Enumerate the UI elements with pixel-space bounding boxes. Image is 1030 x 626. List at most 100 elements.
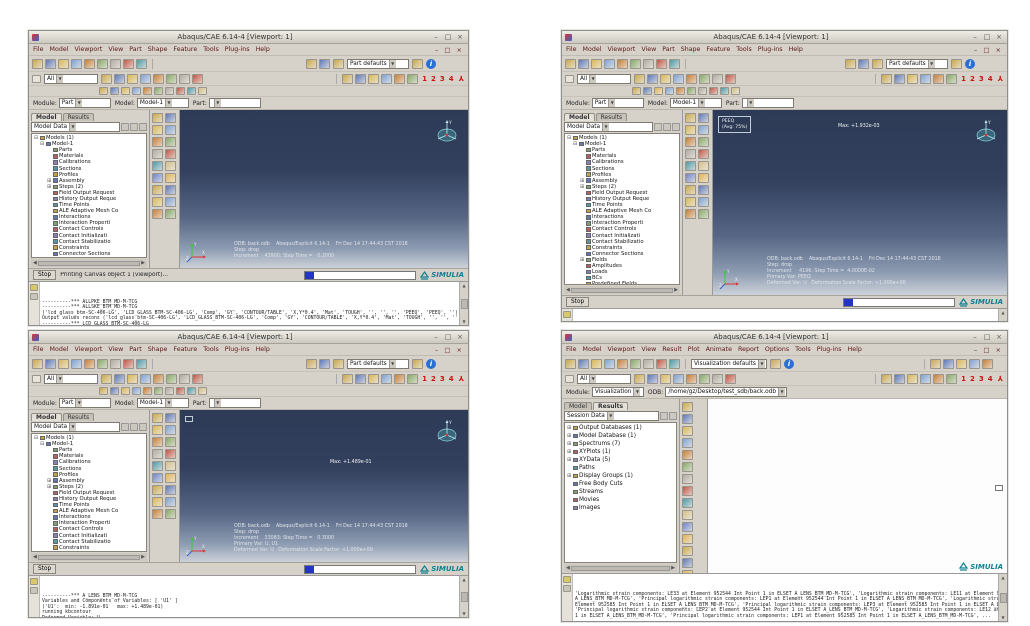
menu-item[interactable]: Plug-ins xyxy=(758,46,783,53)
view-preset-button[interactable]: 1 xyxy=(960,375,967,383)
solid-extrude-icon[interactable] xyxy=(152,149,163,159)
create-part-icon[interactable] xyxy=(152,413,163,423)
tab-results[interactable]: Results xyxy=(63,113,95,121)
lasso-select-icon[interactable] xyxy=(127,74,138,84)
query-icon[interactable] xyxy=(152,209,163,219)
xy-data-create-icon[interactable] xyxy=(682,474,693,484)
tree-item[interactable]: Free Body Cuts xyxy=(566,480,675,488)
folder-b-icon[interactable] xyxy=(725,374,736,384)
magnify-view-icon[interactable] xyxy=(907,74,918,84)
tree-scope-combo[interactable]: Session Data▼ xyxy=(564,411,659,421)
render-wireframe-icon[interactable] xyxy=(669,359,680,369)
apply-stack-icon[interactable] xyxy=(319,359,330,369)
menu-item[interactable]: View xyxy=(641,346,656,353)
render-wireframe-icon[interactable] xyxy=(136,59,147,69)
view-preset-button[interactable]: 1 xyxy=(421,75,428,83)
datum-csys-icon[interactable] xyxy=(632,87,641,95)
menu-item[interactable]: Model xyxy=(583,46,602,53)
pattern-icon[interactable] xyxy=(165,461,176,471)
menu-item[interactable]: Result xyxy=(662,346,681,353)
create-set-icon[interactable] xyxy=(685,185,696,195)
previous-frame-icon[interactable] xyxy=(943,359,954,369)
view-preset-button[interactable]: 3 xyxy=(439,375,446,383)
pattern-icon[interactable] xyxy=(165,161,176,171)
menu-item[interactable]: Shape xyxy=(681,46,701,53)
mdi-window-buttons[interactable]: – □ × xyxy=(974,46,1003,54)
message-tab-icon[interactable] xyxy=(30,284,38,291)
selection-filter-combo[interactable]: All▼ xyxy=(577,74,631,84)
edit-mode-icon[interactable] xyxy=(686,374,697,384)
box-select-icon[interactable] xyxy=(114,74,125,84)
color-code-icon[interactable] xyxy=(154,387,163,395)
duplicate-icon[interactable] xyxy=(699,374,710,384)
stop-button[interactable]: Stop xyxy=(566,297,589,307)
create-set-icon[interactable] xyxy=(132,87,141,95)
render-shaded-icon[interactable] xyxy=(643,359,654,369)
session-objects-icon[interactable] xyxy=(84,59,95,69)
cycle-views-icon[interactable] xyxy=(946,374,957,384)
menu-item[interactable]: Shape xyxy=(148,346,168,353)
tree-item[interactable]: ⊞Spectrums (7) xyxy=(566,440,675,448)
lasso-select-icon[interactable] xyxy=(660,374,671,384)
translate-icon[interactable] xyxy=(685,173,696,183)
virtual-topology-icon[interactable] xyxy=(165,497,176,507)
tree-collapse-icon[interactable] xyxy=(139,423,147,431)
open-icon[interactable] xyxy=(578,359,589,369)
create-sketch-icon[interactable] xyxy=(165,413,176,423)
render-shaded-icon[interactable] xyxy=(110,359,121,369)
render-wireframe-icon[interactable] xyxy=(136,359,147,369)
create-set-icon[interactable] xyxy=(132,387,141,395)
pan-view-icon[interactable] xyxy=(881,374,892,384)
rotate-view-icon[interactable] xyxy=(894,74,905,84)
session-user-icon[interactable] xyxy=(97,59,108,69)
tree-expand-icon[interactable] xyxy=(669,412,677,420)
menu-item[interactable]: Tools xyxy=(203,346,219,353)
customize-icon[interactable] xyxy=(698,209,709,219)
model-tree-toggle-icon[interactable] xyxy=(872,59,883,69)
tree-scope-combo[interactable]: Model Data▼ xyxy=(564,122,653,132)
plot-symbols-icon[interactable] xyxy=(682,438,693,448)
save-icon[interactable] xyxy=(591,359,602,369)
cut-extrude-icon[interactable] xyxy=(698,149,709,159)
tree-item[interactable]: ⊞Model Database (1) xyxy=(566,432,675,440)
magnify-view-icon[interactable] xyxy=(368,74,379,84)
path-create-icon[interactable] xyxy=(682,534,693,544)
tab-results[interactable]: Results xyxy=(593,402,628,410)
render-hidden-icon[interactable] xyxy=(656,59,667,69)
menu-item[interactable]: Part xyxy=(129,46,141,53)
options-small-icon[interactable] xyxy=(198,387,207,395)
cursor-select-icon[interactable] xyxy=(565,75,574,83)
menu-item[interactable]: Viewport xyxy=(607,46,635,53)
partition-cell-icon[interactable] xyxy=(165,125,176,135)
tree-hscrollbar[interactable]: ◀▶ xyxy=(564,564,677,572)
mirror-icon[interactable] xyxy=(152,161,163,171)
viewport-3d[interactable]: PEEQ(Avg: 75%) Max: +1.932e-03 ODB: back… xyxy=(713,110,1007,295)
close-button[interactable]: × xyxy=(455,32,465,42)
session-objects-icon[interactable] xyxy=(84,359,95,369)
color-code-layers-icon[interactable] xyxy=(412,59,423,69)
virtual-topology-icon[interactable] xyxy=(698,197,709,207)
tree-expand-icon[interactable] xyxy=(130,423,138,431)
menu-item[interactable]: Animate xyxy=(706,346,732,353)
datum-icon[interactable] xyxy=(685,125,696,135)
virtual-topology-icon[interactable] xyxy=(165,197,176,207)
box-zoom-icon[interactable] xyxy=(381,74,392,84)
console-scrollbar[interactable]: ▲ xyxy=(998,309,1007,321)
specify-view-button[interactable]: ⅄ xyxy=(458,75,465,83)
view-preset-button[interactable]: 3 xyxy=(978,75,985,83)
minimize-button[interactable]: – xyxy=(970,332,980,342)
tree-filter-icon[interactable] xyxy=(654,123,662,131)
linker-icon[interactable] xyxy=(176,387,185,395)
options-small-icon[interactable] xyxy=(198,87,207,95)
menu-item[interactable]: Plug-ins xyxy=(225,46,250,53)
folder-b-icon[interactable] xyxy=(192,374,203,384)
context-combo[interactable]: Model-1▼ xyxy=(137,398,189,408)
chamfer-icon[interactable] xyxy=(698,137,709,147)
minimize-button[interactable]: – xyxy=(431,332,441,342)
cycle-views-icon[interactable] xyxy=(946,74,957,84)
grid-snap-icon[interactable] xyxy=(720,87,729,95)
cli-tab-icon[interactable] xyxy=(30,587,38,594)
highlight-icon[interactable] xyxy=(673,374,684,384)
message-tab-icon[interactable] xyxy=(563,311,571,318)
next-frame-icon[interactable] xyxy=(969,359,980,369)
